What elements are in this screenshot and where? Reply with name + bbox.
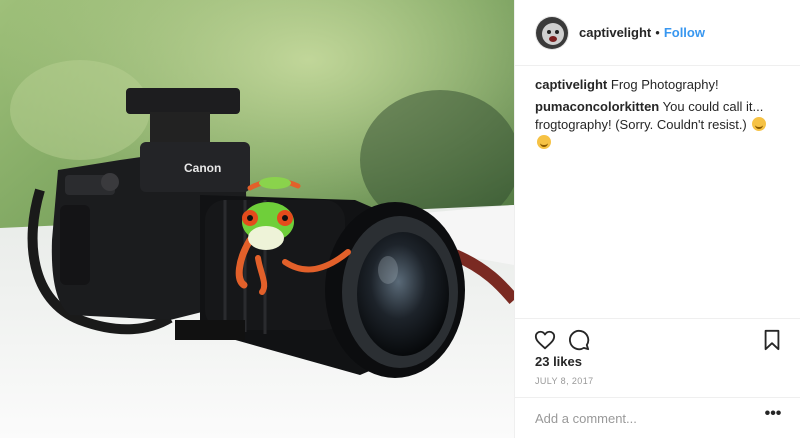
frog-camera-image: Canon (0, 0, 514, 438)
bookmark-icon[interactable] (761, 329, 783, 351)
follow-button[interactable]: Follow (664, 25, 705, 40)
post-header: captivelight • Follow (515, 0, 800, 66)
caption: captivelight Frog Photography! (535, 76, 785, 94)
avatar[interactable] (535, 15, 569, 50)
smirking-emoji-icon (537, 135, 551, 149)
post-side-panel: captivelight • Follow captivelight Frog … (514, 0, 800, 438)
caption-username[interactable]: captivelight (535, 77, 607, 92)
username[interactable]: captivelight (579, 25, 651, 40)
ellipsis-icon[interactable]: ••• (763, 406, 783, 426)
action-bar (515, 318, 800, 358)
heart-icon[interactable] (534, 329, 556, 351)
comments-list: captivelight Frog Photography! pumaconco… (535, 76, 785, 156)
post-date: JULY 8, 2017 (535, 376, 594, 386)
comment-icon[interactable] (568, 329, 590, 351)
separator-dot: • (655, 25, 660, 40)
comment-username[interactable]: pumaconcolorkitten (535, 99, 659, 114)
caption-text: Frog Photography! (610, 77, 719, 92)
camera-brand: Canon (184, 161, 221, 175)
add-comment-row: ••• (515, 397, 800, 438)
post-photo[interactable]: Canon (0, 0, 514, 438)
grimacing-emoji-icon (752, 117, 767, 131)
likes-count[interactable]: 23 likes (535, 354, 582, 369)
comment-item: pumaconcolorkitten You could call it... … (535, 98, 785, 152)
add-comment-input[interactable] (535, 408, 745, 428)
